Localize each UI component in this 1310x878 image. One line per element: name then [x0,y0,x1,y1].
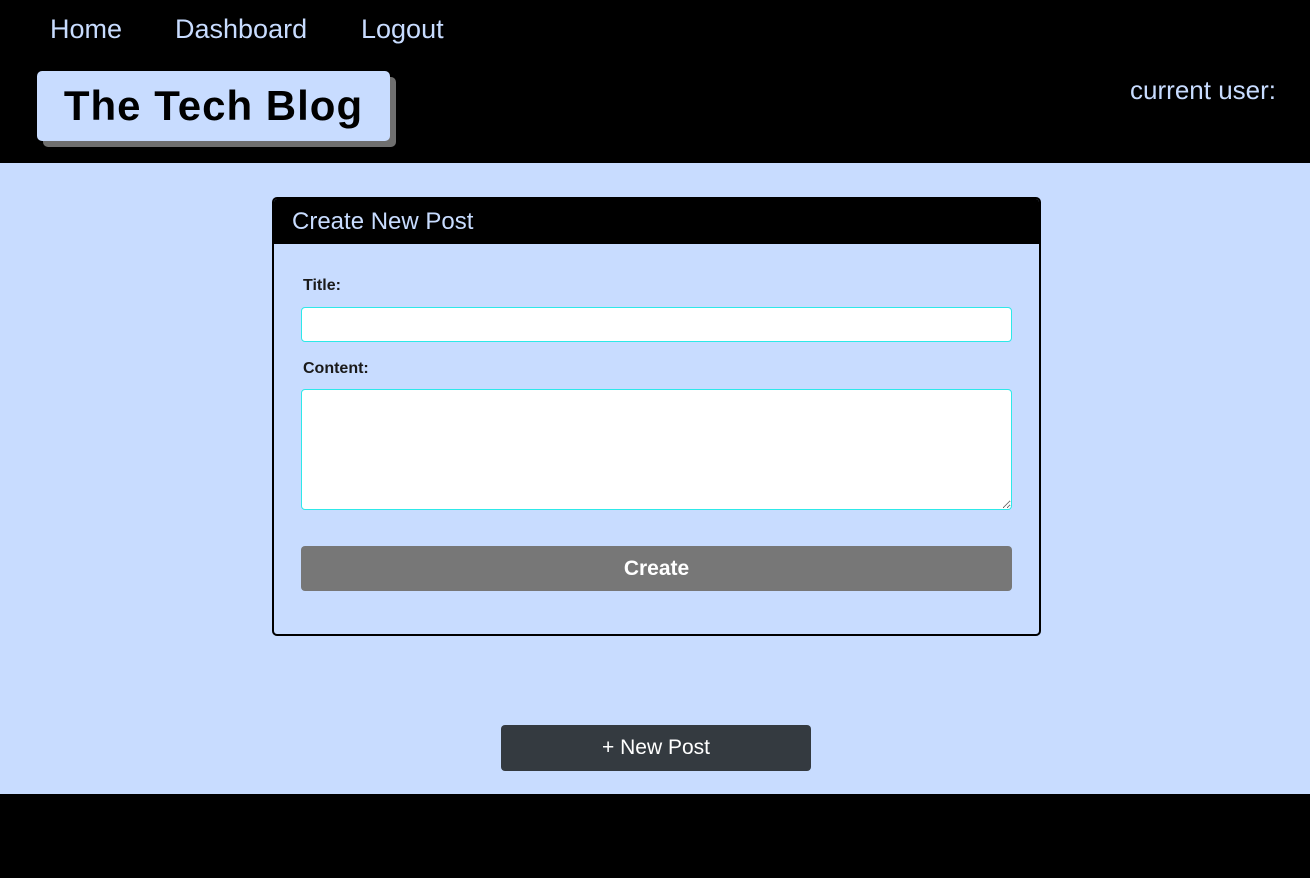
site-title: The Tech Blog [63,82,364,129]
site-footer [0,794,1310,878]
card-header: Create New Post [274,199,1039,244]
site-logo: The Tech Blog [37,71,390,141]
site-header: Home Dashboard Logout The Tech Blog curr… [0,0,1310,163]
main-content: Create New Post Title: Content: Create +… [0,163,1310,794]
card-title: Create New Post [292,207,474,235]
nav-dashboard-link[interactable]: Dashboard [175,14,307,45]
current-user-label: current user: [1130,75,1276,105]
title-label: Title: [303,277,341,294]
post-content-textarea[interactable] [301,389,1012,510]
create-post-card: Create New Post Title: Content: Create [272,197,1041,636]
nav-logout-link[interactable]: Logout [361,14,444,45]
nav-home-link[interactable]: Home [50,14,122,45]
post-title-input[interactable] [301,307,1012,342]
content-label: Content: [303,360,369,377]
new-post-button[interactable]: + New Post [501,725,811,771]
create-post-button[interactable]: Create [301,546,1012,591]
